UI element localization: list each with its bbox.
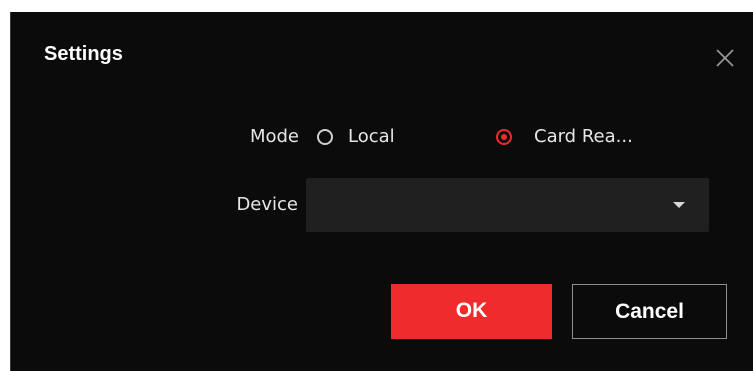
card-reader-radio[interactable] <box>496 129 512 145</box>
ok-button[interactable]: OK <box>391 284 552 339</box>
dialog-title: Settings <box>44 43 123 65</box>
close-icon[interactable] <box>713 46 737 70</box>
cancel-button[interactable]: Cancel <box>572 284 727 339</box>
chevron-down-icon[interactable] <box>673 202 685 208</box>
card-reader-radio-label[interactable]: Card Rea... <box>534 126 633 148</box>
device-select[interactable] <box>306 178 709 232</box>
mode-label: Mode <box>249 126 299 147</box>
device-label: Device <box>236 194 298 215</box>
radio-selected-dot <box>501 134 507 140</box>
local-radio[interactable] <box>317 129 333 145</box>
local-radio-label[interactable]: Local <box>348 126 395 148</box>
settings-dialog: Settings Mode Local Card Rea... Device O… <box>10 12 753 371</box>
